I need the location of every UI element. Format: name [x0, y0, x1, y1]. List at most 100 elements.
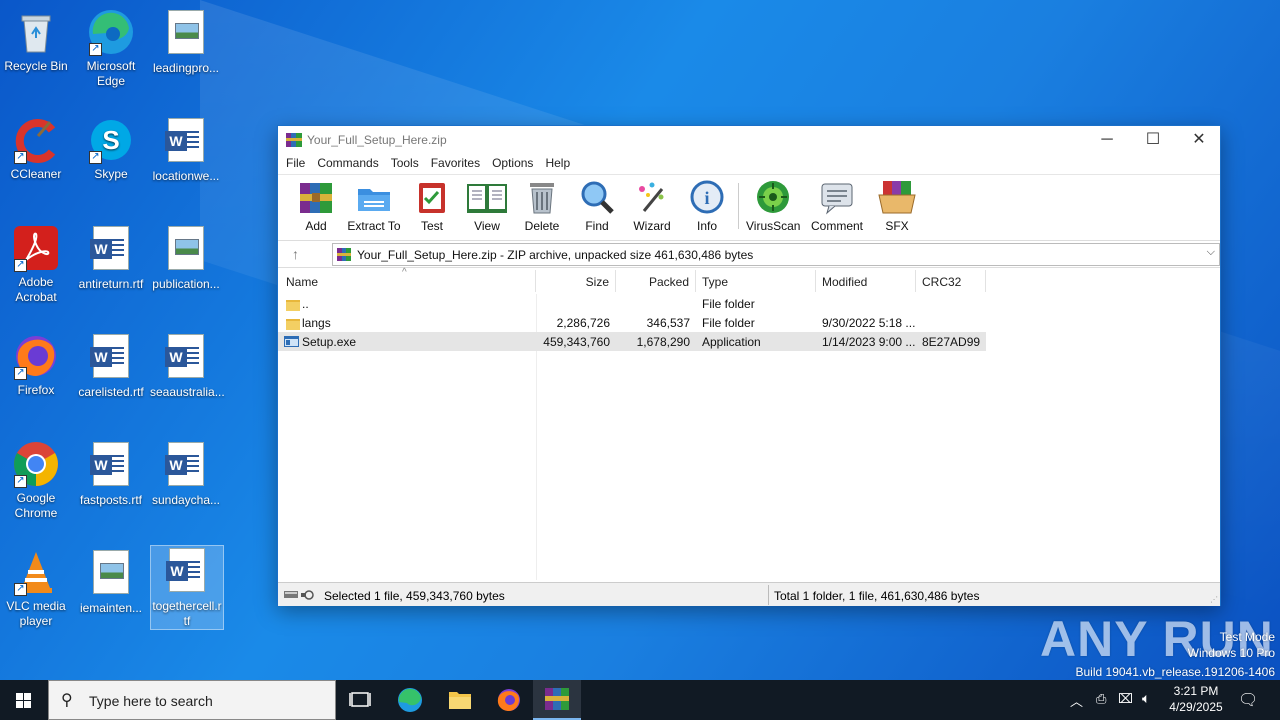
test-button[interactable]: Test	[414, 179, 450, 233]
desktop-icon-label: antireturn.rtf	[78, 277, 144, 291]
start-button[interactable]	[0, 680, 48, 720]
ethernet-icon[interactable]: ⌧	[1118, 691, 1133, 720]
toolbar-label: Comment	[810, 219, 863, 233]
menu-favorites[interactable]: Favorites	[429, 154, 486, 174]
virusscan-button[interactable]: VirusScan	[746, 179, 800, 233]
info-button[interactable]: i Info	[689, 179, 725, 233]
desktop-icon-label: Firefox	[17, 383, 55, 397]
view-button[interactable]: View	[464, 179, 510, 233]
up-arrow-icon[interactable]: ↑	[292, 246, 299, 262]
info-icon: i	[689, 179, 725, 215]
desktop-icon-fastposts[interactable]: W fastposts.rtf	[75, 440, 147, 508]
maximize-button[interactable]: ☐	[1130, 126, 1176, 154]
table-row[interactable]: langs 2,286,726 346,537 File folder 9/30…	[278, 313, 986, 332]
title-bar[interactable]: Your_Full_Setup_Here.zip ─ ☐ ✕	[278, 126, 1220, 154]
column-header-crc32[interactable]: CRC32	[916, 270, 986, 292]
firefox-icon	[497, 689, 520, 711]
minimize-button[interactable]: ─	[1084, 126, 1130, 154]
network-icon[interactable]: ⎙	[1096, 691, 1106, 720]
column-header-packed[interactable]: Packed	[616, 270, 696, 292]
table-row[interactable]: .. File folder	[278, 294, 986, 313]
clock[interactable]: 3:21 PM 4/29/2025	[1164, 684, 1228, 720]
taskbar-firefox-button[interactable]	[485, 680, 533, 720]
executable-icon	[284, 336, 299, 350]
desktop-icon-seaaustralia[interactable]: W seaaustralia...	[150, 332, 225, 400]
desktop-icon-label: seaaustralia...	[150, 385, 225, 399]
desktop-icon-antireturn[interactable]: W antireturn.rtf	[75, 224, 147, 292]
menu-tools[interactable]: Tools	[389, 154, 425, 174]
menu-options[interactable]: Options	[490, 154, 539, 174]
cell-modified: 1/14/2023 9:00 ...	[822, 335, 916, 349]
desktop-icon-label: carelisted.rtf	[78, 385, 144, 399]
taskbar-file-explorer-button[interactable]	[436, 680, 484, 720]
menu-commands[interactable]: Commands	[315, 154, 384, 174]
taskbar-winrar-button[interactable]	[533, 680, 581, 720]
sort-ascending-icon: ^	[402, 267, 407, 278]
taskbar-search-box[interactable]: ⚲ Type here to search	[48, 680, 336, 720]
comment-button[interactable]: Comment	[808, 179, 866, 233]
desktop-icon-chrome[interactable]: ↗ Google Chrome	[0, 440, 72, 521]
winrar-window[interactable]: Your_Full_Setup_Here.zip ─ ☐ ✕ File Comm…	[277, 125, 1221, 606]
desktop-icon-recycle-bin[interactable]: Recycle Bin	[0, 8, 72, 74]
resize-grip-icon[interactable]: ⋰	[1210, 595, 1218, 604]
desktop-icon-label: locationwe...	[152, 169, 220, 183]
desktop-icon-ccleaner[interactable]: ↗ CCleaner	[0, 116, 72, 182]
table-row-selected[interactable]: Setup.exe 459,343,760 1,678,290 Applicat…	[278, 332, 986, 351]
desktop-icon-label: fastposts.rtf	[79, 493, 143, 507]
svg-text:S: S	[102, 125, 119, 155]
show-hidden-icons-chevron-icon[interactable]: ︿	[1070, 691, 1083, 720]
path-dropdown[interactable]: Your_Full_Setup_Here.zip - ZIP archive, …	[332, 243, 1220, 266]
find-button[interactable]: Find	[578, 179, 616, 233]
volume-icon[interactable]: 🔈︎	[1142, 690, 1150, 720]
shortcut-arrow-icon: ↗	[14, 583, 27, 596]
desktop-icon-label: VLC media player	[6, 599, 66, 628]
word-document-icon: W	[162, 334, 210, 382]
notifications-icon[interactable]: 🗨︎	[1238, 690, 1258, 720]
add-button[interactable]: Add	[296, 179, 336, 233]
extract-to-button[interactable]: Extract To	[346, 179, 402, 233]
desktop-icon-leadingpro[interactable]: leadingpro...	[150, 8, 222, 76]
desktop-icon-firefox[interactable]: ↗ Firefox	[0, 332, 72, 398]
desktop-icon-label: Adobe Acrobat	[15, 275, 57, 304]
desktop-icon-label: Recycle Bin	[4, 59, 68, 73]
column-header-name[interactable]: Name ^	[278, 267, 536, 292]
task-view-button[interactable]	[336, 680, 384, 720]
cell-size: 2,286,726	[556, 316, 610, 330]
column-header-size[interactable]: Size	[536, 270, 616, 292]
desktop-icon-label: sundaycha...	[151, 493, 221, 507]
desktop-icon-edge[interactable]: ↗ Microsoft Edge	[75, 8, 147, 89]
address-bar: ↑ Your_Full_Setup_Here.zip - ZIP archive…	[278, 240, 1220, 268]
chevron-down-icon[interactable]: ⌵	[1207, 246, 1215, 259]
folder-icon	[449, 692, 471, 709]
wizard-button[interactable]: Wizard	[632, 179, 672, 233]
windows-build-text: Build 19041.vb_release.191206-1406	[1075, 665, 1276, 679]
menu-file[interactable]: File	[284, 154, 311, 174]
desktop-icon-sundaycha[interactable]: W sundaycha...	[150, 440, 222, 508]
extract-folder-icon	[356, 179, 392, 215]
cell-type: File folder	[702, 297, 755, 311]
book-view-icon	[466, 179, 508, 215]
desktop-icon-publication[interactable]: publication...	[150, 224, 222, 292]
sfx-button[interactable]: SFX	[876, 179, 918, 233]
desktop-icon-carelisted[interactable]: W carelisted.rtf	[75, 332, 147, 400]
menu-help[interactable]: Help	[543, 154, 576, 174]
column-header-modified[interactable]: Modified	[816, 270, 916, 292]
shortcut-arrow-icon: ↗	[14, 475, 27, 488]
taskbar-edge-button[interactable]	[386, 680, 434, 720]
toolbar-label: SFX	[885, 219, 909, 233]
desktop-icon-togethercell[interactable]: W togethercell.rtf	[150, 545, 224, 630]
desktop-icon-label: publication...	[152, 277, 220, 291]
desktop-icon-iemainten[interactable]: iemainten...	[75, 548, 147, 616]
desktop-icon-skype[interactable]: S ↗ Skype	[75, 116, 147, 182]
cell-packed: 1,678,290	[636, 335, 690, 349]
word-document-icon: W	[87, 226, 135, 274]
desktop-icon-label: iemainten...	[79, 601, 143, 615]
close-button[interactable]: ✕	[1176, 126, 1222, 154]
column-header-type[interactable]: Type	[696, 270, 816, 292]
desktop-icon-vlc[interactable]: ↗ VLC media player	[0, 548, 72, 629]
clock-time: 3:21 PM	[1173, 684, 1219, 698]
desktop-icon-acrobat[interactable]: ↗ Adobe Acrobat	[0, 224, 72, 305]
delete-button[interactable]: Delete	[522, 179, 562, 233]
firefox-icon: ↗	[12, 332, 60, 380]
desktop-icon-locationwe[interactable]: W locationwe...	[150, 116, 222, 184]
